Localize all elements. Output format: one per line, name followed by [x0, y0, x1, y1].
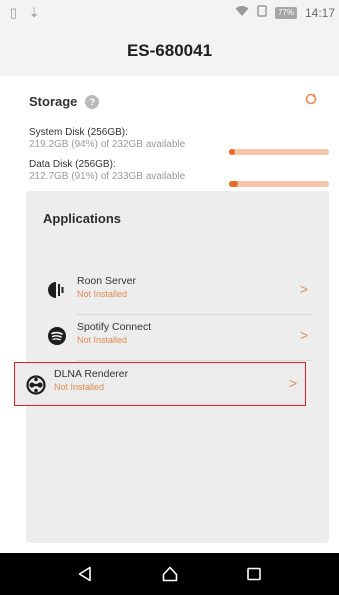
wifi-icon: [235, 5, 249, 20]
data-disk-bar: [229, 181, 329, 187]
spotify-icon: [47, 326, 67, 346]
refresh-icon[interactable]: [304, 92, 318, 106]
dlna-icon: [26, 375, 46, 395]
roon-icon: [47, 280, 67, 300]
app-item-spotify-connect[interactable]: Spotify Connect Not Installed >: [40, 318, 316, 358]
navigation-bar: [0, 553, 339, 595]
recents-icon[interactable]: [245, 565, 263, 583]
home-icon[interactable]: [161, 565, 179, 583]
chevron-right-icon[interactable]: >: [300, 281, 308, 297]
sim-card-icon: ▯: [10, 5, 18, 20]
disk-name: Data Disk (256GB):: [29, 159, 116, 170]
applications-heading: Applications: [43, 211, 122, 226]
disk-bar-fill: [229, 149, 235, 155]
app-name: Spotify Connect: [77, 321, 152, 333]
chevron-right-icon[interactable]: >: [300, 327, 308, 343]
divider: [77, 314, 312, 315]
info-icon[interactable]: ?: [85, 94, 100, 109]
download-icon: ⇣: [28, 5, 40, 20]
clock: 14:17: [304, 5, 335, 20]
disk-bar-fill: [229, 181, 238, 187]
disk-usage: 212.7GB (91%) of 233GB available: [29, 171, 186, 182]
title-bar: ES-680041: [0, 26, 339, 76]
disk-usage: 219.2GB (94%) of 232GB available: [29, 139, 186, 150]
system-disk: System Disk (256GB): 219.2GB (94%) of 23…: [29, 127, 185, 151]
app-status: Not Installed: [77, 335, 128, 345]
system-disk-bar: [229, 149, 329, 155]
app-status: Not Installed: [77, 289, 128, 299]
chevron-right-icon[interactable]: >: [289, 375, 297, 391]
app-name: DLNA Renderer: [54, 368, 129, 380]
divider: [77, 360, 312, 361]
disk-name: System Disk (256GB):: [29, 127, 128, 138]
app-status: Not Installed: [54, 382, 105, 392]
data-disk: Data Disk (256GB): 212.7GB (91%) of 233G…: [29, 159, 185, 183]
back-icon[interactable]: [76, 565, 94, 583]
storage-label: Storage: [29, 94, 78, 109]
applications-panel: Applications Roon Server Not Installed >…: [14, 191, 329, 543]
app-item-dlna-renderer[interactable]: DLNA Renderer Not Installed >: [14, 362, 306, 406]
page-title: ES-680041: [126, 41, 213, 60]
battery-icon: 77%: [274, 6, 297, 19]
app-name: Roon Server: [77, 275, 136, 287]
signal-icon: [257, 5, 267, 20]
status-bar: ▯ ⇣ 77% 14:17: [0, 0, 339, 26]
storage-heading: Storage ?: [29, 94, 100, 109]
app-item-roon-server[interactable]: Roon Server Not Installed >: [40, 272, 316, 312]
